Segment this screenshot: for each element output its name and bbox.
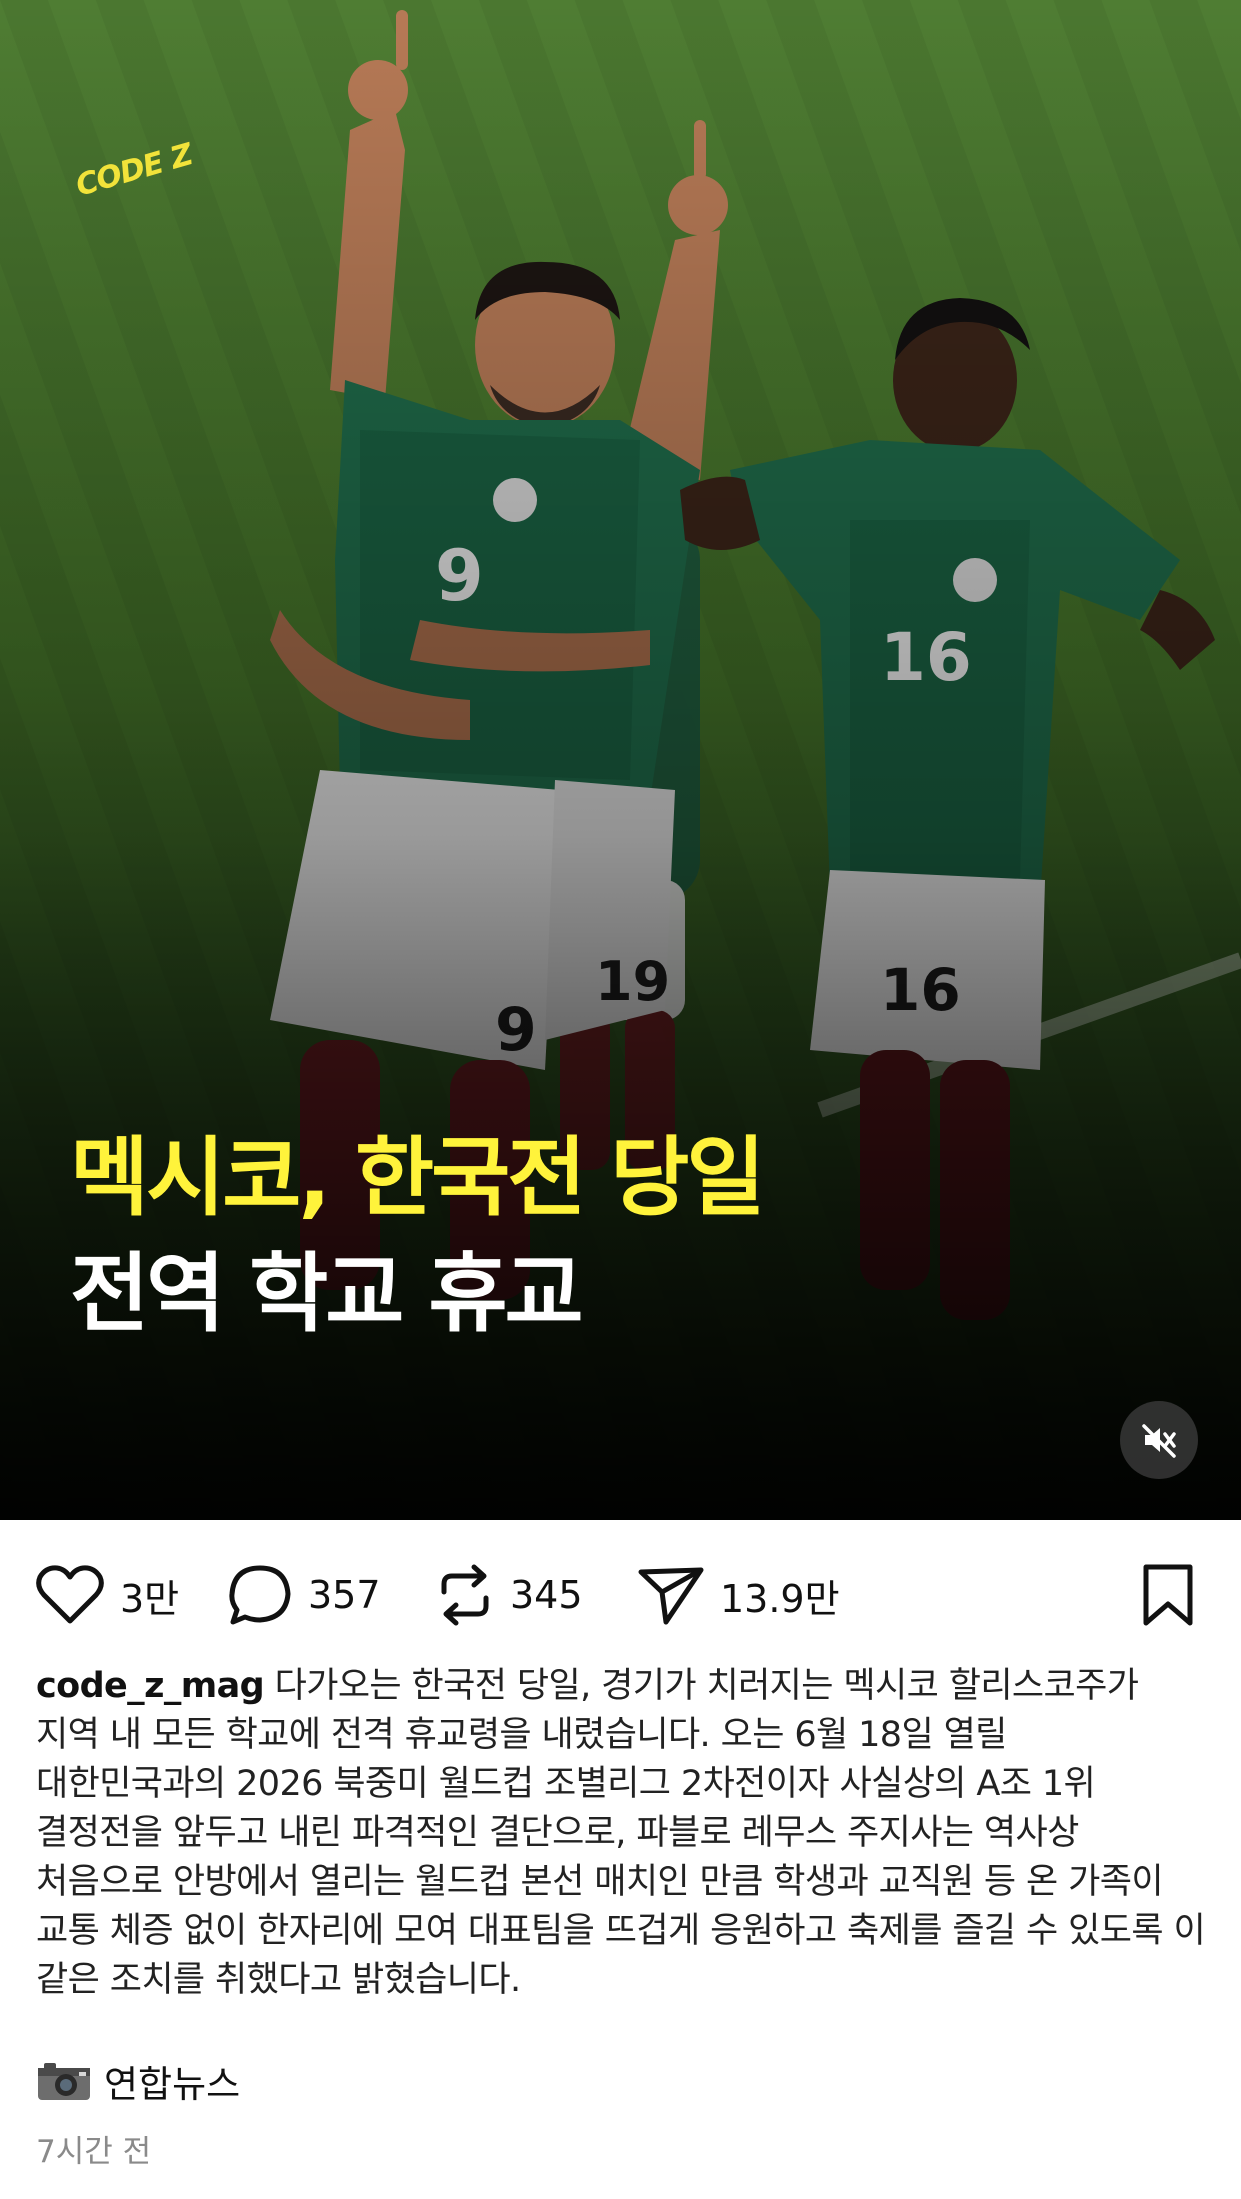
- repost-icon: [441, 1564, 489, 1626]
- headline-subtitle: 전역 학교 휴교: [70, 1244, 584, 1344]
- send-icon: [638, 1567, 704, 1625]
- like-button[interactable]: 3만: [34, 1555, 179, 1635]
- bookmark-icon: [1143, 1564, 1193, 1626]
- post-caption: code_z_mag 다가오는 한국전 당일, 경기가 치러지는 멕시코 할리스…: [36, 1662, 1206, 2005]
- bookmark-button[interactable]: [1140, 1555, 1196, 1635]
- share-count: 13.9만: [720, 1576, 840, 1621]
- caption-username[interactable]: code_z_mag: [36, 1666, 265, 1706]
- post-headline: 멕시코, 한국전 당일 전역 학교 휴교: [70, 1120, 1070, 1352]
- comment-count: 357: [308, 1573, 381, 1617]
- post-media[interactable]: 9 9 19 16: [0, 0, 1241, 1520]
- repost-button[interactable]: 345: [434, 1555, 583, 1635]
- mute-toggle-button[interactable]: [1120, 1401, 1198, 1479]
- source-label: 연합뉴스: [104, 2063, 241, 2106]
- photo-source: 연합뉴스: [36, 2054, 240, 2108]
- muted-speaker-icon: [1142, 1424, 1176, 1458]
- caption-text: 다가오는 한국전 당일, 경기가 치러지는 멕시코 할리스코주가 지역 내 모든…: [36, 1666, 1206, 2000]
- share-button[interactable]: 13.9만: [636, 1555, 840, 1635]
- repost-count: 345: [510, 1573, 583, 1617]
- like-count: 3만: [120, 1576, 180, 1621]
- camera-icon: [38, 2063, 90, 2100]
- comment-bubble-icon: [229, 1565, 291, 1625]
- comment-button[interactable]: 357: [226, 1555, 381, 1635]
- heart-icon: [36, 1565, 104, 1624]
- action-bar: 3만 357 345 13.9만: [0, 1555, 1241, 1635]
- post-timestamp: 7시간 전: [36, 2134, 152, 2170]
- headline-highlight: 멕시코, 한국전 당일: [70, 1128, 766, 1228]
